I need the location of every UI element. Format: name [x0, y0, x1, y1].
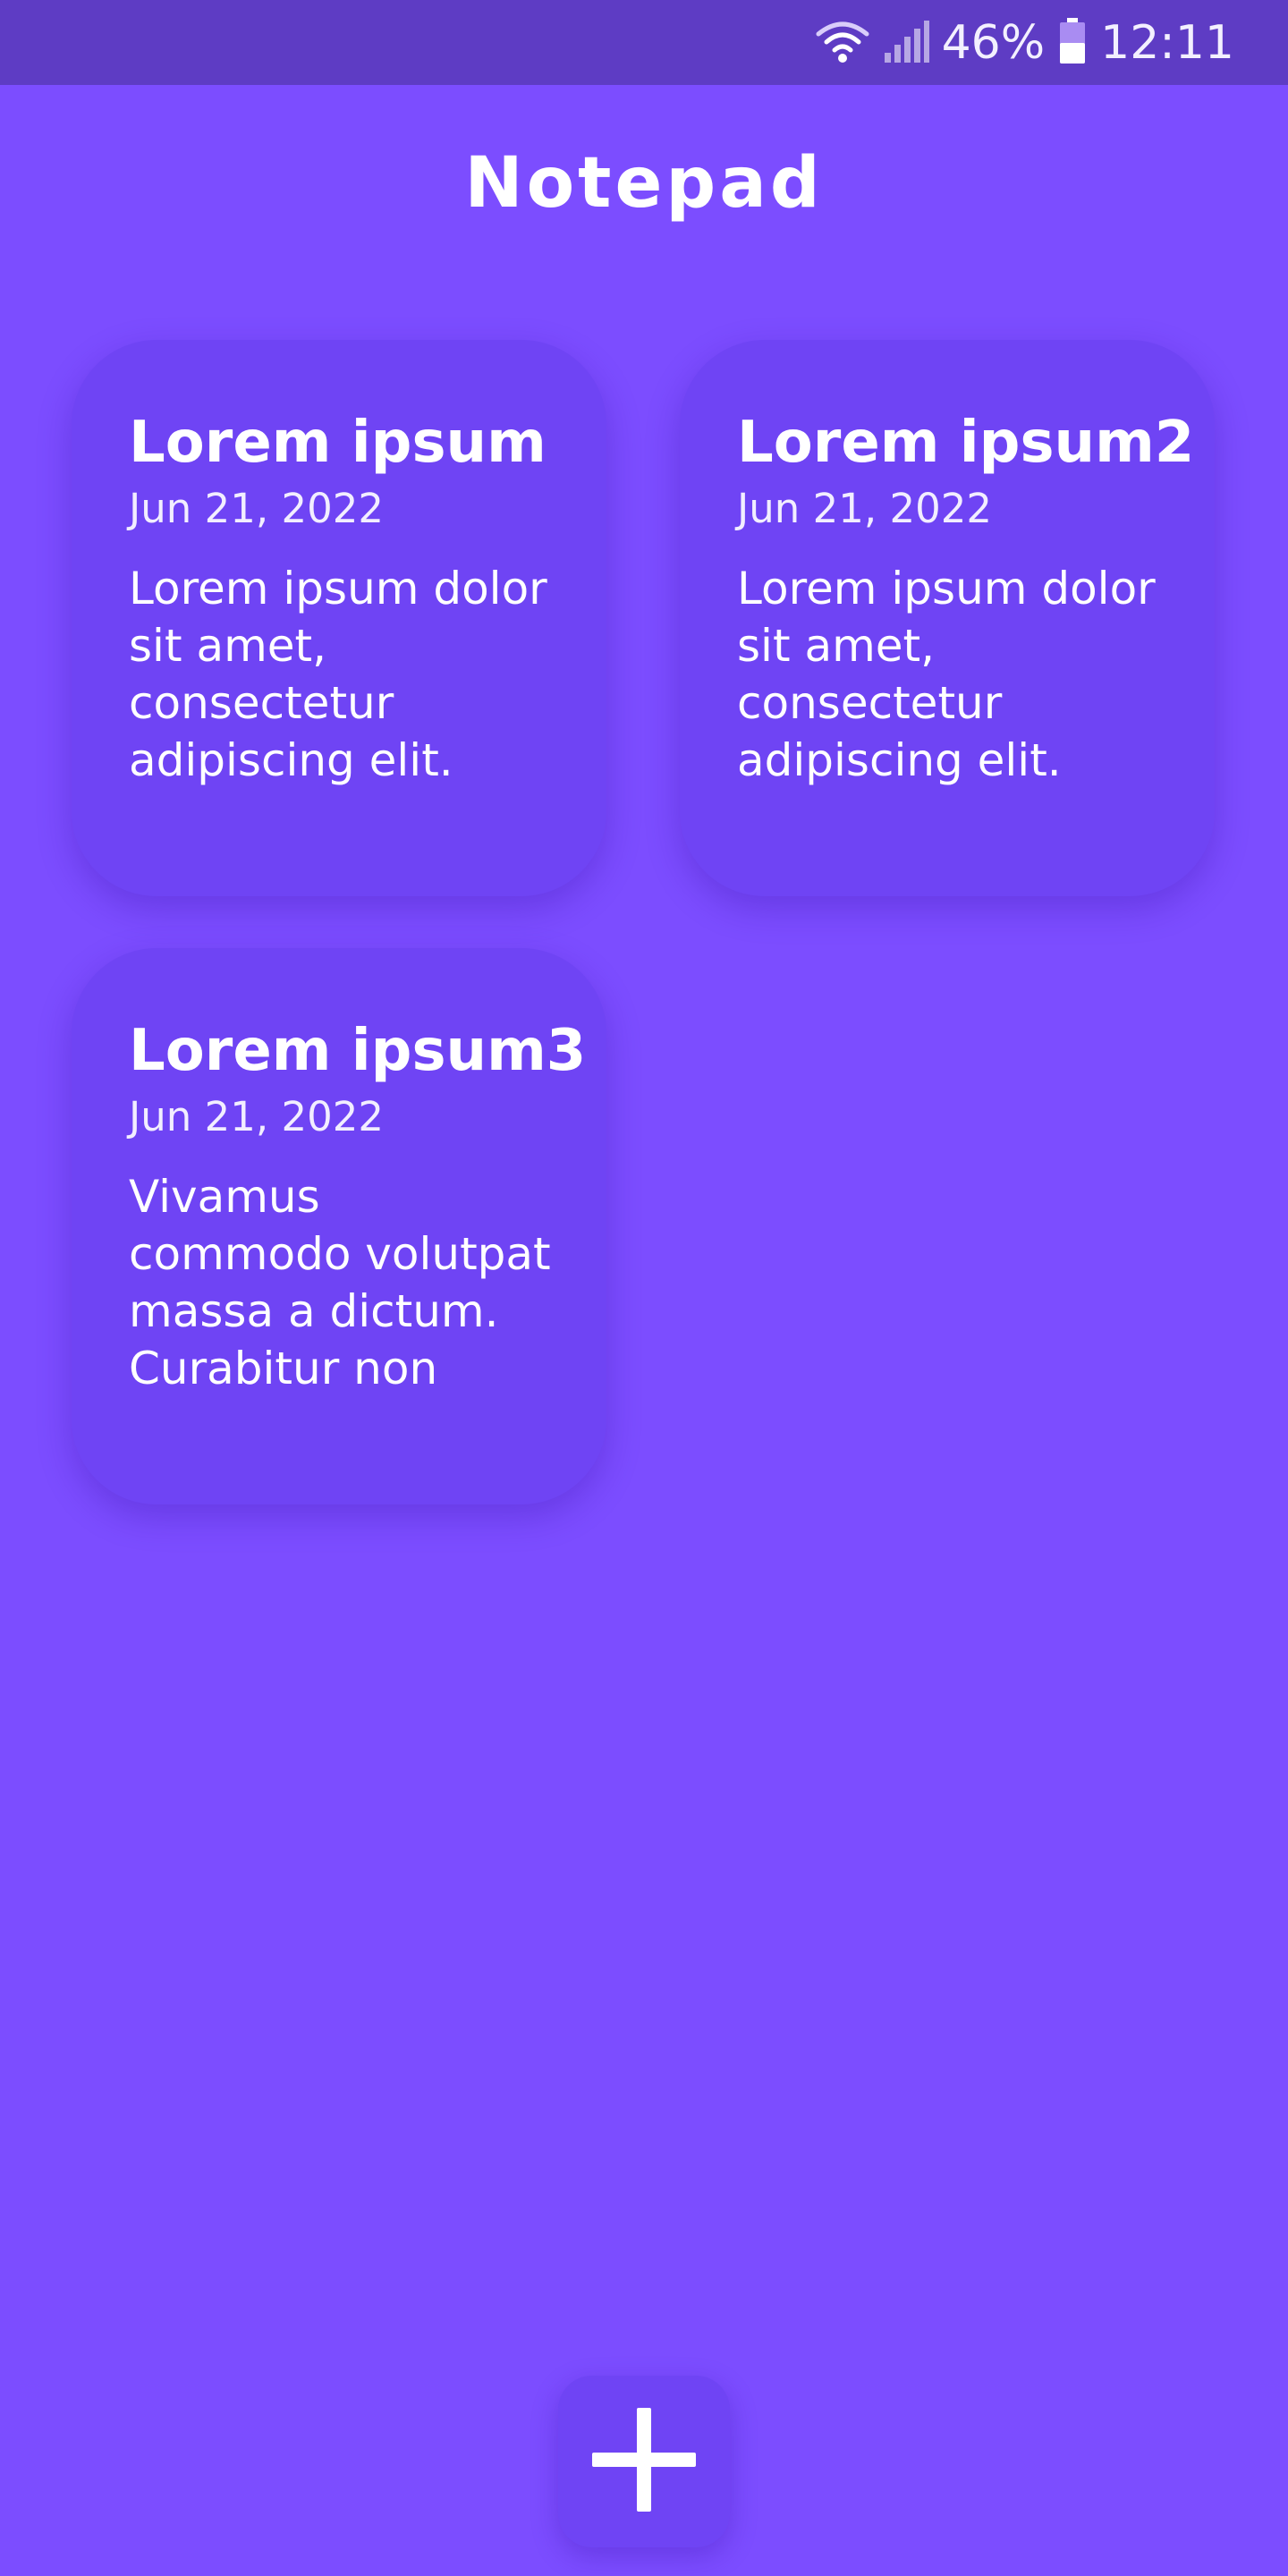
- note-card[interactable]: Lorem ipsum3 Jun 21, 2022 Vivamus commod…: [72, 948, 606, 1504]
- plus-icon: [590, 2406, 698, 2517]
- note-card[interactable]: Lorem ipsum Jun 21, 2022 Lorem ipsum dol…: [72, 340, 606, 896]
- battery-icon: [1057, 17, 1088, 69]
- wifi-icon: [815, 18, 870, 68]
- signal-icon: [883, 19, 929, 67]
- status-time: 12:11: [1100, 15, 1234, 70]
- note-date: Jun 21, 2022: [129, 1093, 385, 1141]
- note-title: Lorem ipsum: [129, 410, 547, 476]
- note-card[interactable]: Lorem ipsum2 Jun 21, 2022 Lorem ipsum do…: [680, 340, 1215, 896]
- status-bar: 46% 12:11: [0, 0, 1288, 85]
- note-preview: Vivamus commodo volutpat massa a dictum.…: [129, 1171, 551, 1395]
- note-date: Jun 21, 2022: [129, 485, 385, 533]
- add-note-button[interactable]: [558, 2376, 730, 2547]
- status-icons: 46% 12:11: [815, 0, 1234, 85]
- note-date: Jun 21, 2022: [737, 485, 993, 533]
- page-title: Notepad: [464, 143, 824, 224]
- note-preview: Lorem ipsum dolor sit amet, consectetur …: [129, 563, 547, 787]
- battery-percent: 46%: [941, 15, 1046, 70]
- note-title: Lorem ipsum2: [737, 410, 1195, 476]
- note-title: Lorem ipsum3: [129, 1018, 587, 1084]
- note-preview: Lorem ipsum dolor sit amet, consectetur …: [737, 563, 1156, 787]
